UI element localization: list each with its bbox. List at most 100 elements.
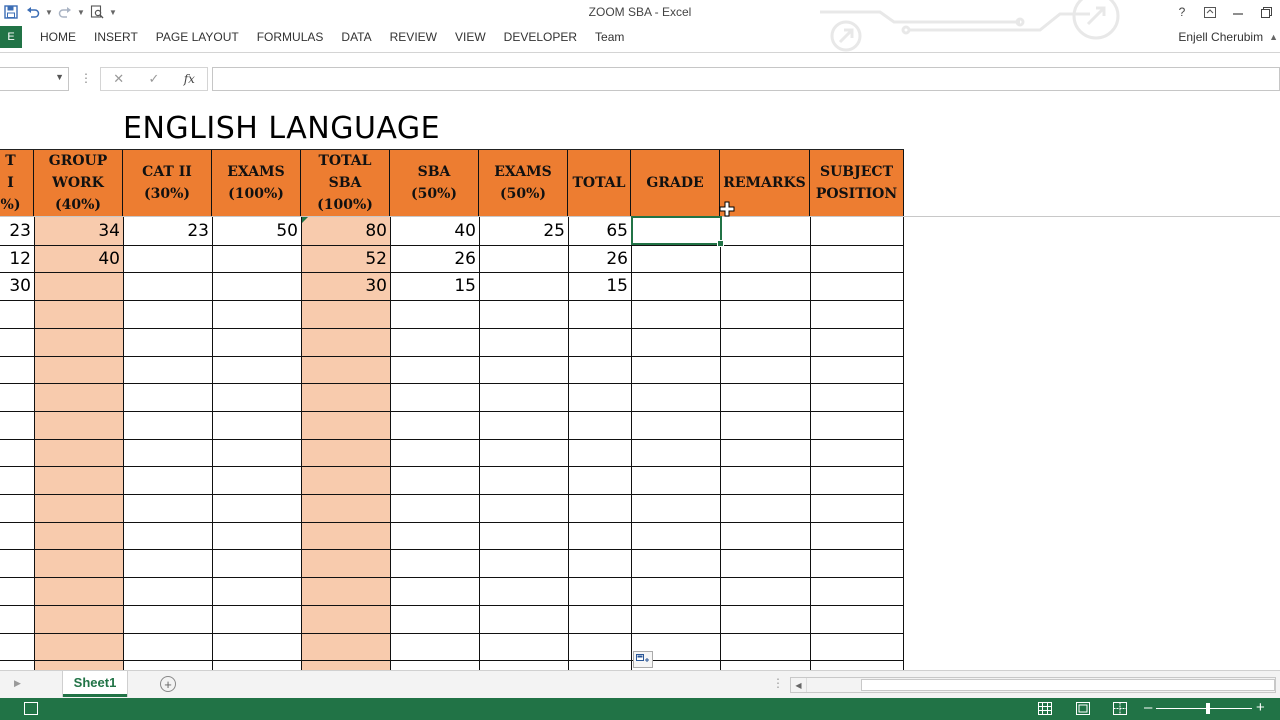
save-icon[interactable] [0,2,22,22]
tab-developer[interactable]: DEVELOPER [504,26,577,48]
ribbon-display-options-icon[interactable] [1196,0,1224,24]
redo-icon[interactable] [54,2,76,22]
cell-cat-ii[interactable] [123,245,212,272]
header-exams-100[interactable]: EXAMS (100%) [212,150,301,216]
formula-input[interactable] [212,67,1280,91]
sheet-nav-arrow-icon[interactable]: ▶ [14,678,21,689]
grid-line-horizontal [0,300,904,301]
header-group-work[interactable]: GROUP WORK (40%) [34,150,123,216]
sheet-tab-sheet1[interactable]: Sheet1 [63,671,127,697]
header-exams-50[interactable]: EXAMS (50%) [479,150,568,216]
cell-sba-50[interactable]: 15 [390,272,479,299]
cell-comment-indicator-icon [302,217,308,223]
header-total[interactable]: TOTAL [568,150,631,216]
print-preview-icon[interactable] [86,2,108,22]
cancel-icon[interactable]: ✕ [101,71,136,87]
page-break-preview-icon[interactable] [1112,701,1128,716]
macro-recording-icon[interactable] [24,702,38,715]
page-layout-view-icon[interactable] [1075,701,1091,716]
zoom-out-icon[interactable]: – [1144,699,1152,716]
customize-toolbar-icon[interactable]: ▼ [108,2,118,22]
undo-dropdown-icon[interactable]: ▼ [44,2,54,22]
normal-view-icon[interactable] [1037,701,1053,716]
cell-group-work[interactable]: 40 [34,245,123,272]
cell-total[interactable]: 15 [568,272,631,299]
cell-exams-100[interactable] [212,245,301,272]
active-cell-selection[interactable] [631,216,724,247]
insert-function-icon[interactable]: fx [172,72,207,86]
cell-grade[interactable] [631,245,720,272]
cell-cat-i[interactable]: 30 [0,272,34,299]
help-icon[interactable]: ? [1168,0,1196,24]
horizontal-scrollbar[interactable]: ◀ [790,677,1276,693]
cell-sba-50[interactable]: 40 [390,217,479,244]
header-subject-position[interactable]: SUBJECT POSITION [810,150,904,216]
cell-group-work[interactable] [34,272,123,299]
cell-total-sba[interactable]: 80 [301,217,390,244]
tab-team[interactable]: Team [595,26,624,48]
cell-exams-100[interactable]: 50 [212,217,301,244]
excel-window: ▼ ▼ ▼ ZOOM SBA - Excel ? E HOME INSERT P… [0,0,1280,720]
tab-data[interactable]: DATA [341,26,371,48]
cell-group-work[interactable]: 34 [34,217,123,244]
tab-split-handle[interactable]: ⋮ [772,676,784,690]
header-cat-ii[interactable]: CAT II (30%) [123,150,212,216]
cell-cat-i[interactable]: 23 [0,217,34,244]
cell-exams-50[interactable] [479,272,568,299]
cell-exams-50[interactable]: 25 [479,217,568,244]
scrollbar-thumb[interactable] [861,679,1275,691]
redo-dropdown-icon[interactable]: ▼ [76,2,86,22]
tab-page-layout[interactable]: PAGE LAYOUT [156,26,239,48]
cell-exams-50[interactable] [479,245,568,272]
tab-view[interactable]: VIEW [455,26,486,48]
tab-home[interactable]: HOME [40,26,76,48]
chevron-up-icon[interactable]: ▲ [1269,32,1278,42]
undo-icon[interactable] [22,2,44,22]
name-box-dropdown-icon[interactable]: ▼ [55,72,64,82]
cell-subject-position[interactable] [810,217,904,244]
cell-total[interactable]: 65 [568,217,631,244]
grid-line-horizontal [0,633,904,634]
header-cat-i[interactable]: T I %) [0,150,34,216]
sheet-tab-bar: ▶ Sheet1 + ⋮ ◀ [0,670,1280,698]
cell-remarks[interactable] [720,245,810,272]
header-total-sba[interactable]: TOTAL SBA (100%) [301,150,390,216]
zoom-thumb[interactable] [1206,703,1210,714]
grid-line-horizontal [0,439,904,440]
paste-options-icon[interactable] [633,651,653,668]
name-box[interactable]: ▼ [0,67,69,91]
restore-icon[interactable] [1252,0,1280,24]
cell-total[interactable]: 26 [568,245,631,272]
tab-file[interactable]: E [0,26,22,48]
tab-insert[interactable]: INSERT [94,26,138,48]
cell-subject-position[interactable] [810,272,904,299]
cell-cat-ii[interactable]: 23 [123,217,212,244]
scroll-left-icon[interactable]: ◀ [791,678,807,692]
cell-grade[interactable] [631,272,720,299]
tab-formulas[interactable]: FORMULAS [257,26,324,48]
cell-remarks[interactable] [720,272,810,299]
header-grade[interactable]: GRADE [631,150,720,216]
tab-review[interactable]: REVIEW [390,26,437,48]
cell-sba-50[interactable]: 26 [390,245,479,272]
grid-line-horizontal [0,466,904,467]
cell-total-sba[interactable]: 30 [301,272,390,299]
zoom-in-icon[interactable]: + [1256,699,1265,716]
cell-remarks[interactable] [720,217,810,244]
status-bar: – + [0,698,1280,720]
grid-line-horizontal [0,328,904,329]
new-sheet-icon[interactable]: + [160,676,176,692]
ribbon-divider [0,52,1280,53]
header-sba-50[interactable]: SBA (50%) [390,150,479,216]
cell-cat-ii[interactable] [123,272,212,299]
cell-cat-i[interactable]: 12 [0,245,34,272]
enter-icon[interactable]: ✓ [136,71,171,87]
user-account[interactable]: Enjell Cherubim ▲ [1178,30,1278,44]
cell-subject-position[interactable] [810,245,904,272]
cell-exams-100[interactable] [212,272,301,299]
zoom-slider[interactable]: – + [1142,699,1272,717]
minimize-icon[interactable] [1224,0,1252,24]
formula-bar-resize-handle[interactable]: ⋮ [80,71,92,85]
cell-total-sba[interactable]: 52 [301,245,390,272]
worksheet-grid[interactable]: ENGLISH LANGUAGE T I %) GROUP WORK (40%) C… [0,103,1280,670]
